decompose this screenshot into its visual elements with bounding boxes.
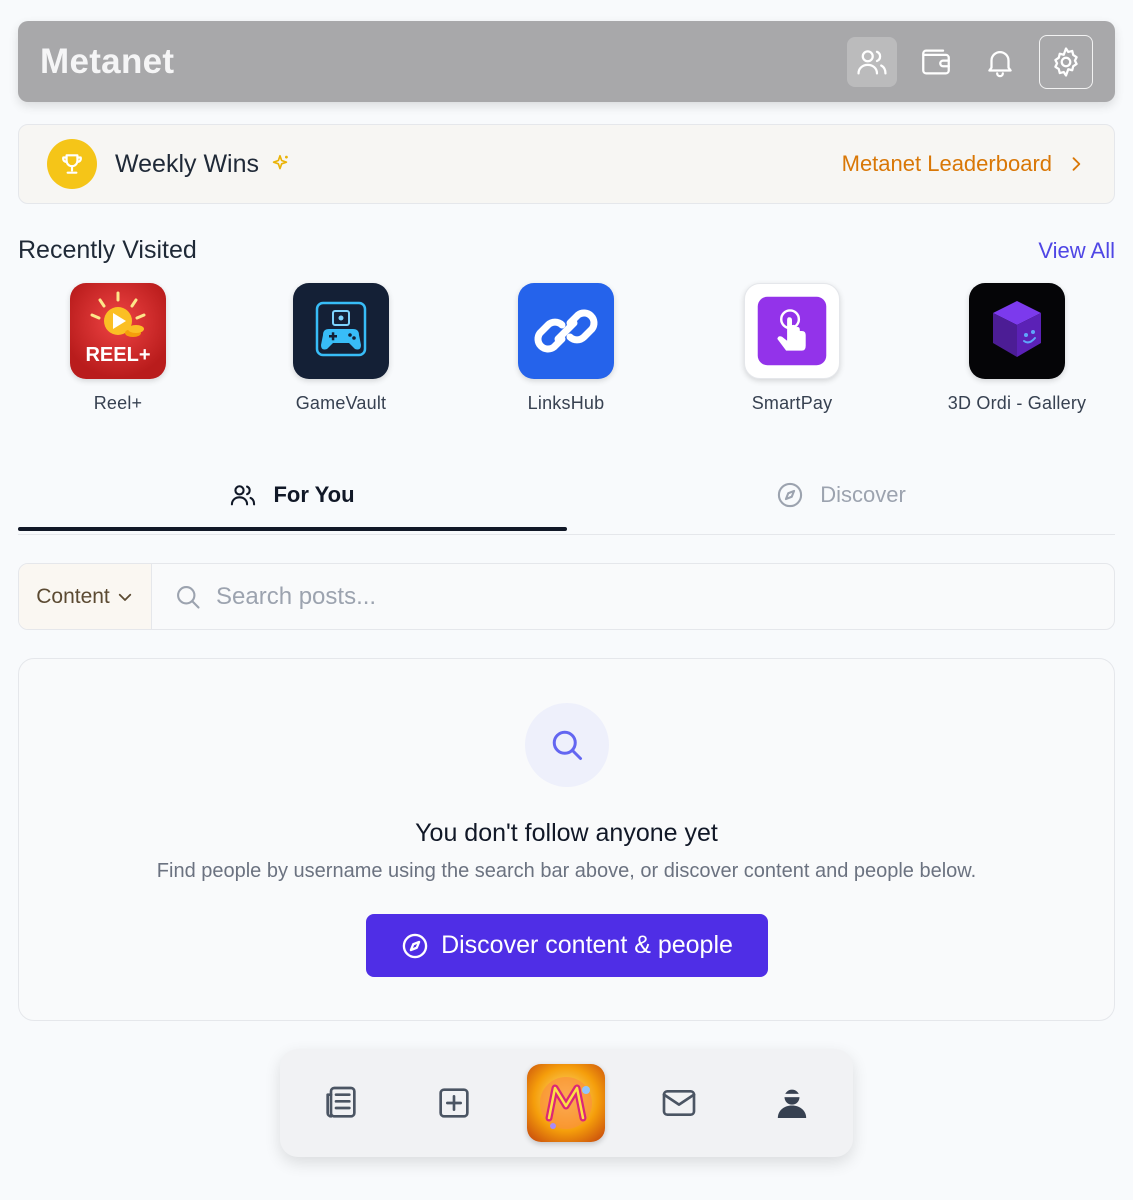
feed-tabs: For You Discover [18,460,1115,535]
empty-state-description: Find people by username using the search… [156,860,977,882]
nav-profile[interactable] [764,1075,820,1131]
app-label: SmartPay [751,393,833,413]
app-reel-plus[interactable]: REEL+ Reel+ [18,283,218,414]
notifications-button[interactable] [975,37,1025,87]
gear-icon [1054,46,1078,77]
leaderboard-label: Metanet Leaderboard [841,151,1052,176]
app-label: 3D Ordi - Gallery [947,393,1087,413]
header-actions [847,34,1093,89]
app-label: GameVault [295,393,387,413]
nav-feed[interactable] [313,1075,369,1131]
top-header: Metanet [18,21,1115,102]
recent-apps-row: REEL+ Reel+ GameVault LinksHub SmartPay … [18,283,1115,423]
recently-visited-title: Recently Visited [18,236,197,264]
app-label: Reel+ [93,393,143,413]
settings-button[interactable] [1039,34,1093,89]
bottom-nav [280,1049,853,1157]
app-linkshub[interactable]: LinksHub [466,283,666,414]
app-3d-ordi-gallery[interactable]: 3D Ordi - Gallery [917,283,1117,414]
newspaper-icon [326,1086,356,1118]
compass-icon [402,933,428,958]
metanet-logo-icon [540,1077,592,1129]
tab-label: Discover [820,482,906,507]
leaderboard-link[interactable]: Metanet Leaderboard [842,151,1086,177]
compass-icon [778,482,803,508]
trophy-icon [62,154,82,174]
nav-create[interactable] [426,1075,482,1131]
empty-state-card: You don't follow anyone yet Find people … [18,658,1115,1021]
empty-state-title: You don't follow anyone yet [415,819,718,847]
nav-messages[interactable] [651,1075,707,1131]
bell-icon [988,50,1012,77]
user-avatar-icon [777,1089,807,1118]
search-bar: Content [18,563,1115,630]
app-smartpay[interactable]: SmartPay [692,283,892,414]
content-filter-dropdown[interactable]: Content [19,564,152,629]
reel-plus-app-icon: REEL+ [70,283,166,379]
empty-state-icon [525,703,609,787]
link-app-icon [518,283,614,379]
sparkle-icon [272,154,288,170]
discover-button[interactable]: Discover content & people [366,914,768,977]
people-button[interactable] [847,36,897,87]
search-field[interactable] [152,564,1114,629]
content-filter-value: Content [36,584,110,608]
cube-app-icon [969,283,1065,379]
metanet-home-button[interactable] [527,1064,605,1142]
plus-square-icon [439,1088,469,1118]
smartpay-app-icon [744,283,840,379]
app-gamevault[interactable]: GameVault [241,283,441,414]
people-icon [231,485,256,506]
trophy-badge [47,139,97,189]
tab-for-you[interactable]: For You [18,460,566,530]
active-tab-indicator [18,527,567,531]
gamevault-app-icon [293,283,389,379]
discover-button-label: Discover content & people [441,931,733,959]
search-input[interactable] [216,582,1016,611]
people-icon [857,49,887,74]
view-all-link[interactable]: View All [1038,238,1115,264]
search-icon [177,585,200,609]
chevron-right-icon [1072,157,1081,171]
weekly-wins-banner[interactable]: Weekly Wins Metanet Leaderboard [18,124,1115,204]
app-label: LinksHub [527,393,605,413]
wallet-button[interactable] [911,37,961,87]
chevron-down-icon [118,593,131,601]
tab-label: For You [273,482,355,507]
app-title: Metanet [40,41,175,81]
reel-plus-tile-text: REEL+ [85,344,150,366]
search-icon [552,730,582,760]
wallet-icon [922,49,950,74]
mail-icon [662,1090,696,1116]
tab-discover[interactable]: Discover [567,460,1115,530]
weekly-wins-title: Weekly Wins [115,149,260,178]
